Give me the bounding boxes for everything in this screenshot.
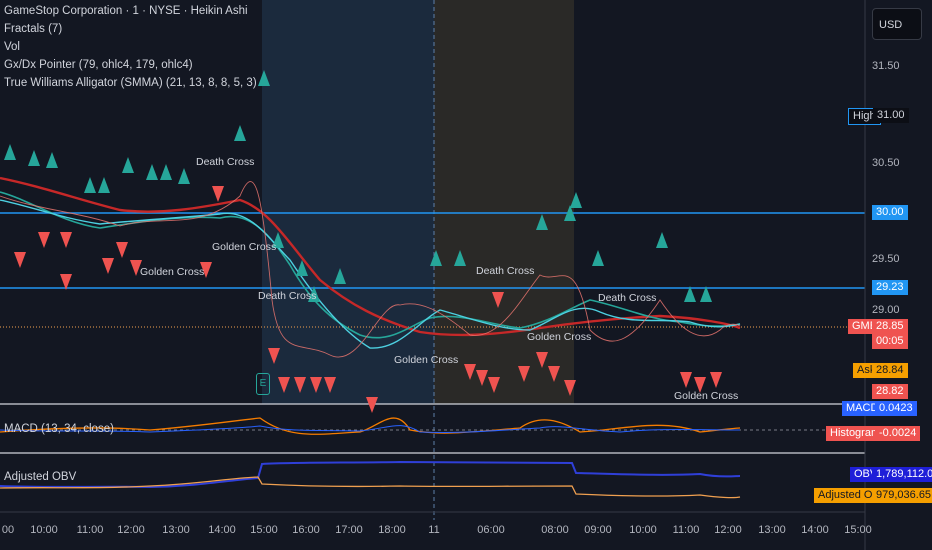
time-axis-label: 14:00 [801, 524, 829, 536]
adjusted-obv-line [0, 476, 741, 499]
gme-price-tag: 28.85 [872, 319, 908, 334]
histogram-value-tag: -0.0024 [875, 426, 921, 441]
time-axis-label: 13:00 [162, 524, 190, 536]
chart-title[interactable]: GameStop Corporation · 1 · NYSE · Heikin… [4, 4, 248, 18]
fractal-up-icon [84, 177, 96, 193]
fractal-down-icon [116, 242, 128, 258]
fractal-down-icon [14, 252, 26, 268]
legend-vol[interactable]: Vol [4, 40, 20, 54]
fractal-up-icon [28, 150, 40, 166]
golden-cross-label: Golden Cross [394, 354, 459, 366]
legend-macd[interactable]: MACD (13, 34, close) [4, 422, 114, 436]
fractal-down-icon [710, 372, 722, 388]
session-shade-regular [262, 0, 434, 404]
fractal-up-icon [592, 250, 604, 266]
time-axis-label: 12:00 [117, 524, 145, 536]
legend-gxdx-pointer[interactable]: Gx/Dx Pointer (79, ohlc4, 179, ohlc4) [4, 58, 193, 72]
fractal-up-icon [178, 168, 190, 184]
time-axis-label: 16:00 [292, 524, 320, 536]
golden-cross-label: Golden Cross [674, 390, 739, 402]
time-axis-label: 09:00 [584, 524, 612, 536]
fractal-up-icon [122, 157, 134, 173]
death-cross-label: Death Cross [196, 156, 255, 168]
golden-cross-label: Golden Cross [212, 241, 277, 253]
time-axis-label: 17:00 [335, 524, 363, 536]
time-axis-label: 00 [1, 524, 15, 536]
fractal-down-icon [60, 232, 72, 248]
fractal-up-icon [160, 164, 172, 180]
bar-countdown-tag: 00:05 [872, 334, 908, 349]
high-value-tag: 31.00 [873, 108, 909, 123]
fractal-down-icon [366, 397, 378, 413]
obv-value-tag: 1,789,112.00 [872, 467, 932, 482]
fractal-up-icon [234, 125, 246, 141]
time-axis-label: 11 [428, 524, 440, 536]
time-axis-label: 11:00 [76, 524, 104, 536]
level-tag-2923: 29.23 [872, 280, 908, 295]
ask-value-tag: 28.84 [872, 363, 908, 378]
trading-chart-window[interactable]: GameStop Corporation · 1 · NYSE · Heikin… [0, 0, 932, 550]
fractal-up-icon [146, 164, 158, 180]
session-shade-premarket [434, 0, 574, 404]
level-tag-30: 30.00 [872, 205, 908, 220]
fractal-down-icon [38, 232, 50, 248]
bid-value-tag: 28.82 [872, 384, 908, 399]
time-axis-label: 15:00 [250, 524, 278, 536]
golden-cross-label: Golden Cross [140, 266, 205, 278]
time-axis-label: 10:00 [629, 524, 657, 536]
price-axis-label: 31.50 [872, 60, 900, 72]
price-axis-label: 29.00 [872, 304, 900, 316]
legend-alligator[interactable]: True Williams Alligator (SMMA) (21, 13, … [4, 76, 257, 90]
time-axis-label: 11:00 [672, 524, 700, 536]
price-axis-label: 30.50 [872, 157, 900, 169]
golden-cross-label: Golden Cross [527, 331, 592, 343]
macd-value-tag: 0.0423 [875, 401, 917, 416]
adjusted-obv-value-tag: 979,036.65 [872, 488, 932, 503]
currency-button[interactable]: USD [872, 8, 922, 40]
legend-adjusted-obv[interactable]: Adjusted OBV [4, 470, 76, 484]
time-axis-label: 06:00 [477, 524, 505, 536]
time-axis-label: 13:00 [758, 524, 786, 536]
time-axis-label: 10:00 [30, 524, 58, 536]
death-cross-label: Death Cross [476, 265, 535, 277]
fractal-up-icon [98, 177, 110, 193]
legend-fractals[interactable]: Fractals (7) [4, 22, 62, 36]
fractal-up-icon [656, 232, 668, 248]
fractal-up-icon [4, 144, 16, 160]
death-cross-label: Death Cross [258, 290, 317, 302]
fractal-down-icon [680, 372, 692, 388]
time-axis-label: 12:00 [714, 524, 742, 536]
fractal-down-icon [212, 186, 224, 202]
fractal-up-icon [46, 152, 58, 168]
time-axis-label: 15:00 [844, 524, 872, 536]
earnings-marker-icon[interactable]: E [256, 373, 270, 395]
time-axis-label: 18:00 [378, 524, 406, 536]
fractal-down-icon [102, 258, 114, 274]
obv-line [0, 460, 741, 489]
price-axis-label: 29.50 [872, 253, 900, 265]
time-axis-label: 14:00 [208, 524, 236, 536]
death-cross-label: Death Cross [598, 292, 657, 304]
time-axis-label: 08:00 [541, 524, 569, 536]
